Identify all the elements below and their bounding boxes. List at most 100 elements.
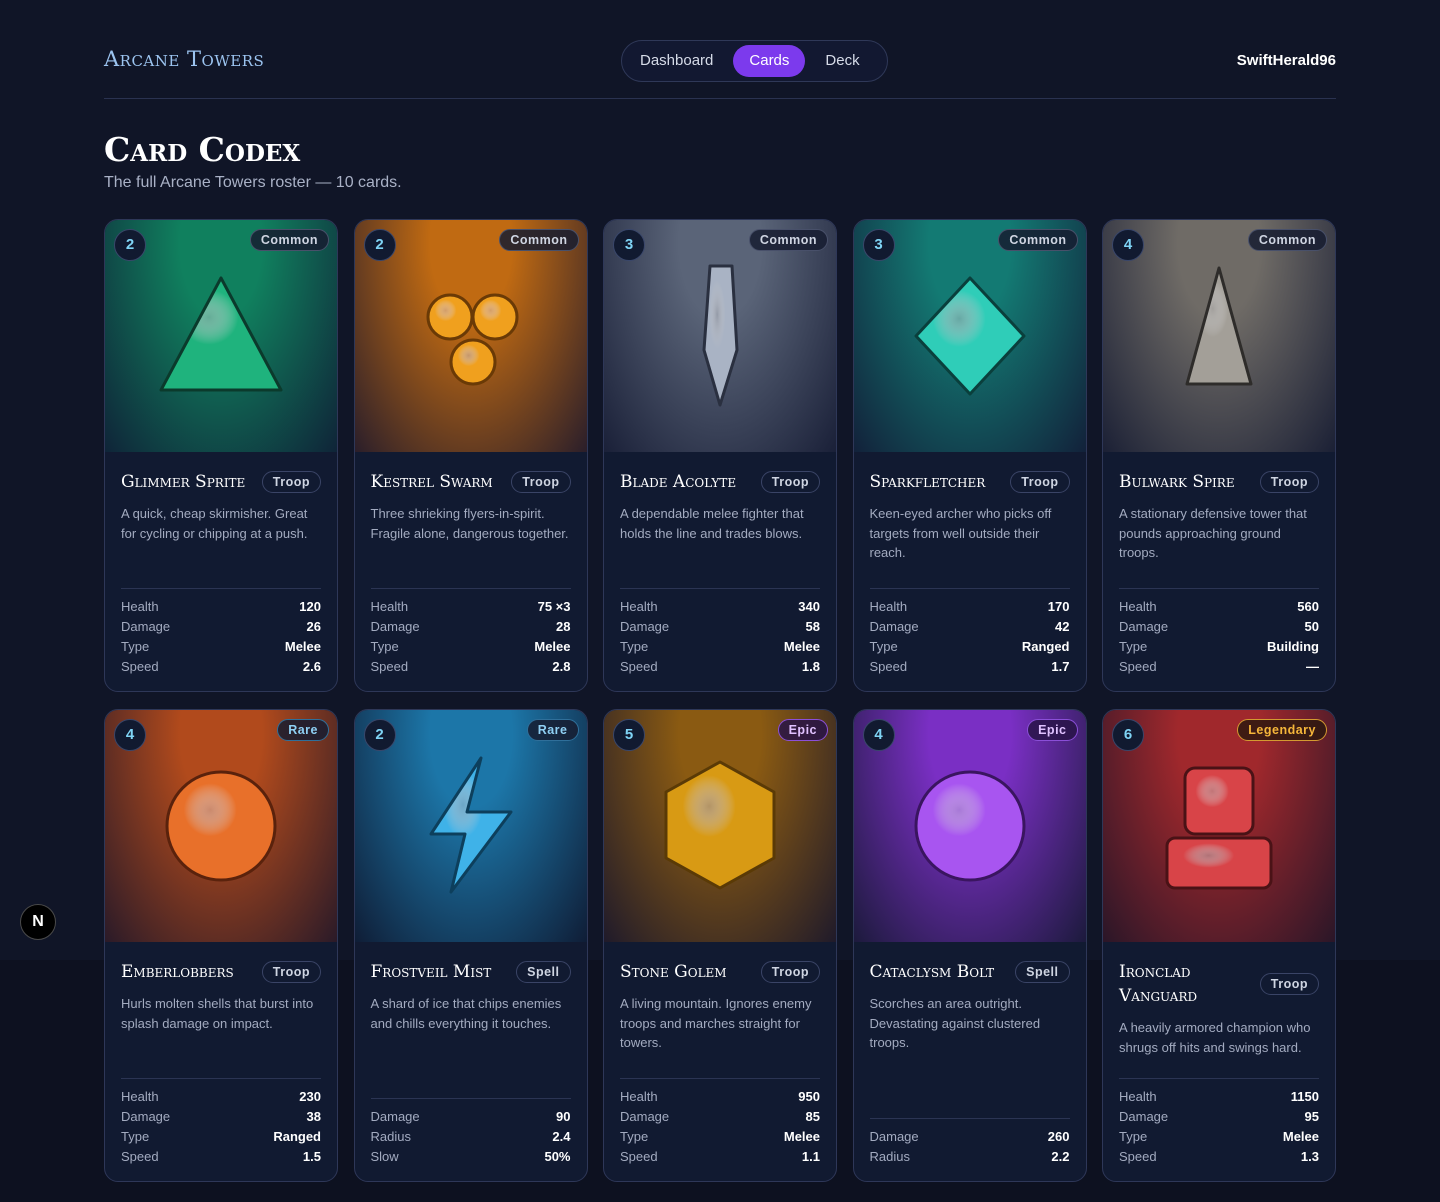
stat-row: Damage 260	[870, 1127, 1070, 1147]
nav-dashboard[interactable]: Dashboard	[626, 45, 727, 77]
brand-logo[interactable]: Arcane Towers	[104, 47, 264, 71]
card-stats: Health 75 ×3 Damage 28 Type Melee Speed …	[370, 588, 571, 677]
stat-value: 120	[299, 599, 321, 614]
card-emberlobbers[interactable]: 4 Rare Emberlobbers Troop Hurls molten s…	[104, 709, 338, 1182]
stat-row: Type Melee	[121, 637, 321, 657]
elixir-cost: 5	[613, 719, 645, 751]
card-description: A dependable melee fighter that holds th…	[620, 506, 804, 541]
stat-row: Health 230	[121, 1087, 321, 1107]
elixir-cost: 4	[862, 719, 895, 751]
dev-tools-badge[interactable]: N	[20, 904, 56, 940]
stat-label: Health	[121, 1089, 159, 1104]
stat-label: Radius	[370, 1129, 411, 1144]
nav-cards[interactable]: Cards	[733, 45, 806, 77]
stat-value: 2.4	[552, 1129, 571, 1144]
stat-value: 2.8	[552, 659, 571, 674]
stat-row: Type Ranged	[870, 637, 1070, 657]
stat-row: Health 340	[620, 597, 820, 617]
rarity-badge: Rare	[277, 719, 329, 741]
stat-row: Health 120	[121, 597, 321, 617]
stat-value: 950	[798, 1089, 820, 1104]
card-description: A quick, cheap skirmisher. Great for cyc…	[121, 506, 308, 541]
card-stats: Health 170 Damage 42 Type Ranged Speed 1…	[869, 588, 1070, 677]
card-stats: Health 560 Damage 50 Type Building Speed…	[1119, 588, 1319, 677]
stat-row: Type Building	[1119, 637, 1319, 657]
stat-label: Damage	[121, 1109, 171, 1124]
stat-value: 1150	[1290, 1089, 1319, 1104]
stat-row: Damage 58	[620, 617, 820, 637]
stat-label: Damage	[370, 619, 420, 634]
stat-row: Speed 1.5	[121, 1147, 321, 1167]
card-body: Cataclysm Bolt Spell Scorches an area ou…	[869, 960, 1070, 1181]
card-frostveil-mist[interactable]: 2 Rare Frostveil Mist Spell A shard of i…	[353, 709, 588, 1182]
stat-value: Melee	[284, 639, 321, 654]
stat-label: Radius	[869, 1149, 910, 1164]
card-name: Ironclad Vanguard	[1119, 962, 1198, 1006]
stat-row: Type Melee	[371, 637, 571, 657]
stat-value: 1.5	[302, 1149, 321, 1164]
stat-label: Damage	[1119, 619, 1169, 634]
card-body: Sparkfletcher Troop Keen-eyed archer who…	[869, 470, 1070, 691]
card-body: Ironclad Vanguard Troop A heavily armore…	[1119, 960, 1319, 1181]
stat-row: Speed 1.1	[620, 1147, 820, 1167]
card-sparkfletcher[interactable]: 3 Common Sparkfletcher Troop Keen-eyed a…	[852, 219, 1087, 692]
stat-row: Type Ranged	[121, 1127, 321, 1147]
stat-row: Speed 1.7	[870, 657, 1070, 677]
stat-label: Health	[1119, 599, 1157, 614]
stat-row: Health 1150	[1119, 1087, 1319, 1107]
stat-row: Health 950	[620, 1087, 820, 1107]
card-body: Stone Golem Troop A living mountain. Ign…	[620, 960, 820, 1181]
card-kind-badge: Troop	[760, 471, 820, 493]
card-kestrel-swarm[interactable]: 2 Common Kestrel Swarm Troop Three shrie…	[353, 219, 588, 692]
card-glimmer-sprite[interactable]: 2 Common Glimmer Sprite Troop A quick, c…	[104, 219, 338, 692]
stat-row: Health 75 ×3	[371, 597, 571, 617]
card-kind-badge: Troop	[1259, 471, 1319, 493]
stat-label: Damage	[869, 1129, 919, 1144]
stat-label: Speed	[121, 1149, 159, 1164]
card-stone-golem[interactable]: 5 Epic Stone Golem Troop A living mounta…	[603, 709, 837, 1182]
stat-label: Health	[370, 599, 409, 614]
stat-value: 75 ×3	[537, 599, 571, 614]
stat-row: Speed 2.8	[371, 657, 571, 677]
card-kind-badge: Spell	[516, 961, 571, 983]
stat-value: Ranged	[1021, 639, 1070, 654]
stat-row: Damage 28	[371, 617, 571, 637]
main-nav: Dashboard Cards Deck	[621, 40, 888, 82]
stat-label: Health	[620, 1089, 658, 1104]
user-name[interactable]: SwiftHerald96	[1237, 52, 1336, 69]
card-name: Sparkfletcher	[869, 472, 986, 492]
stat-value: 38	[306, 1109, 321, 1124]
card-kind-badge: Troop	[261, 471, 321, 493]
card-stats: Health 340 Damage 58 Type Melee Speed 1.…	[620, 588, 820, 677]
elixir-cost: 2	[363, 229, 396, 261]
rarity-badge: Epic	[1027, 719, 1078, 741]
stat-label: Speed	[121, 659, 159, 674]
stat-value: 1.7	[1051, 659, 1070, 674]
card-kind-badge: Spell	[1015, 961, 1070, 983]
stat-row: Slow 50%	[371, 1147, 571, 1167]
stat-row: Type Melee	[620, 1127, 820, 1147]
stat-value: Melee	[534, 639, 571, 654]
card-name: Glimmer Sprite	[121, 472, 246, 492]
stat-label: Type	[869, 639, 898, 654]
stat-row: Type Melee	[620, 637, 820, 657]
stat-value: 85	[805, 1109, 820, 1124]
card-kind-badge: Troop	[511, 471, 571, 493]
rarity-badge: Rare	[526, 719, 579, 741]
card-bulwark-spire[interactable]: 4 Common Bulwark Spire Troop A stationar…	[1102, 219, 1336, 692]
card-cataclysm-bolt[interactable]: 4 Epic Cataclysm Bolt Spell Scorches an …	[852, 709, 1087, 1182]
card-kind-badge: Troop	[760, 961, 820, 983]
stat-row: Damage 38	[121, 1107, 321, 1127]
nav-deck[interactable]: Deck	[811, 45, 873, 77]
card-ironclad-vanguard[interactable]: 6 Legendary Ironclad Vanguard Troop A he…	[1102, 709, 1336, 1182]
stat-row: Damage 42	[870, 617, 1070, 637]
elixir-cost: 2	[363, 719, 396, 751]
card-body: Bulwark Spire Troop A stationary defensi…	[1119, 470, 1319, 691]
stat-label: Slow	[370, 1149, 399, 1164]
card-blade-acolyte[interactable]: 3 Common Blade Acolyte Troop A dependabl…	[603, 219, 837, 692]
stat-row: Damage 90	[371, 1107, 571, 1127]
card-title-row: Stone Golem Troop	[620, 960, 820, 984]
card-title-row: Emberlobbers Troop	[121, 960, 321, 984]
stat-value: 230	[299, 1089, 321, 1104]
stat-label: Health	[869, 599, 908, 614]
